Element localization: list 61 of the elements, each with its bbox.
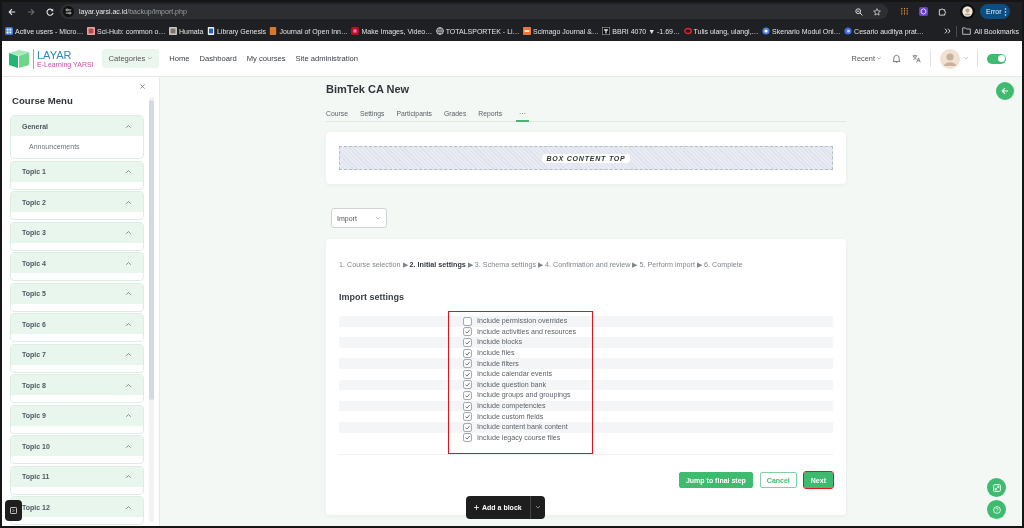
checkbox[interactable] (463, 348, 472, 358)
hexagon-icon[interactable] (919, 7, 928, 16)
ring-icon (683, 27, 692, 35)
checkbox[interactable] (463, 380, 472, 390)
tile-icon (523, 27, 532, 35)
scrollbar[interactable] (149, 97, 154, 522)
folder-icon (962, 27, 972, 35)
checkbox[interactable] (463, 369, 472, 379)
checkbox[interactable] (463, 390, 472, 400)
star-icon[interactable] (873, 7, 881, 16)
tile-icon (168, 27, 177, 35)
arrow-left-icon (1001, 87, 1009, 95)
checkbox[interactable] (463, 433, 472, 443)
site-settings-icon[interactable] (63, 6, 74, 17)
bell-icon[interactable] (892, 54, 901, 63)
expand-icon (992, 483, 1001, 492)
globe-icon (435, 27, 444, 35)
panel-icon (10, 507, 17, 514)
fullscreen-button[interactable] (987, 478, 1006, 497)
avatar[interactable] (960, 4, 975, 19)
close-icon[interactable] (140, 84, 145, 89)
tile-icon (86, 27, 95, 35)
checkbox[interactable] (463, 422, 472, 432)
tile-icon (602, 27, 611, 35)
caret-icon (535, 506, 540, 509)
back-icon[interactable] (8, 7, 16, 16)
checkbox[interactable] (463, 316, 472, 326)
forward-icon[interactable] (27, 7, 35, 16)
tile-icon (269, 27, 278, 35)
tile-icon (351, 27, 360, 35)
caret-icon (376, 216, 380, 220)
caret-icon (964, 57, 968, 60)
drawer-toggle-button[interactable] (996, 82, 1014, 100)
checkbox[interactable] (463, 327, 472, 337)
reload-icon[interactable] (46, 7, 54, 16)
caret-icon (877, 57, 881, 60)
translate-icon[interactable] (912, 54, 921, 63)
document-icon (206, 27, 215, 35)
grid-icon (5, 27, 13, 35)
bars-icon[interactable] (900, 7, 909, 16)
course-title: BimTek CA New (326, 82, 411, 96)
logo-icon (8, 48, 31, 69)
help-icon (992, 505, 1001, 514)
checkbox[interactable] (463, 412, 472, 422)
circle-icon (844, 27, 853, 35)
plus-icon (474, 505, 479, 510)
puzzle-icon[interactable] (938, 7, 947, 16)
zoom-icon[interactable] (855, 7, 863, 16)
logo-title: LAYAR (37, 48, 73, 61)
circle-icon (762, 27, 771, 35)
course-menu-title: Course Menu (12, 95, 74, 107)
double-chevron-icon[interactable] (944, 28, 952, 34)
caret-icon (148, 57, 153, 60)
checkbox[interactable] (463, 401, 472, 411)
checkbox[interactable] (463, 338, 472, 347)
edit-mode-toggle[interactable] (987, 53, 1006, 64)
help-button[interactable] (987, 500, 1006, 519)
checkbox[interactable] (463, 359, 472, 369)
drawer-toggle-button[interactable] (5, 500, 22, 521)
section-heading: Import settings (339, 291, 405, 303)
more-icon (1003, 7, 1007, 16)
